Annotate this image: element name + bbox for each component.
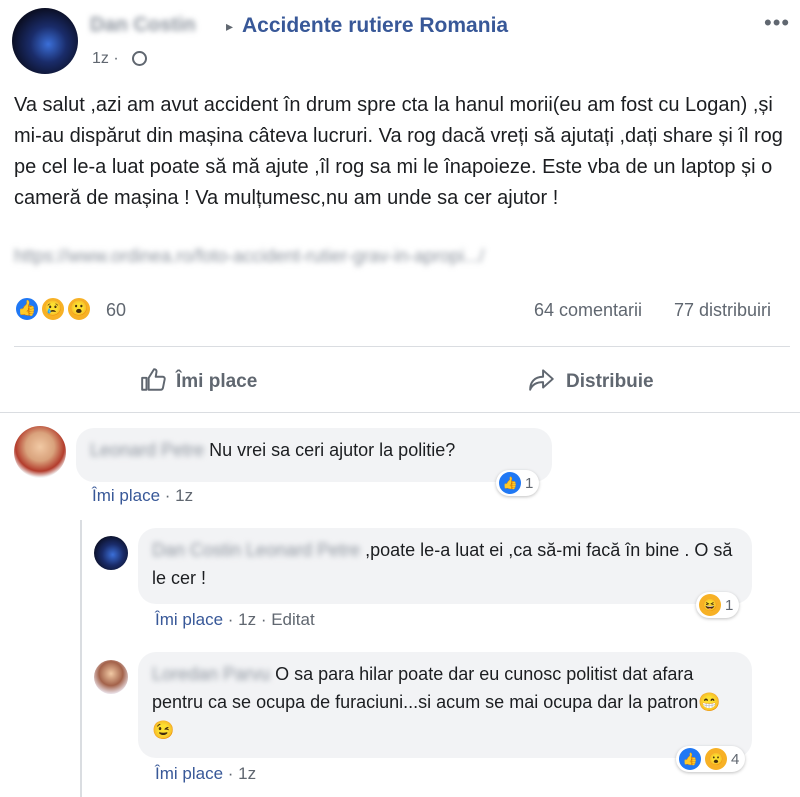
shares-count-link[interactable]: 77 distribuiri — [674, 300, 771, 321]
globe-icon — [132, 51, 147, 66]
share-arrow-icon — [528, 367, 556, 398]
comment-reactions[interactable]: 😆 1 — [696, 592, 740, 618]
reaction-bar: 👍 😢 😮 60 64 comentarii 77 distribuiri — [0, 292, 800, 332]
comment-actions: Îmi place · 1z — [155, 764, 256, 784]
reaction-count[interactable]: 60 — [106, 300, 126, 321]
comment-actions: Îmi place · 1z · Editat — [155, 610, 315, 630]
share-button-label: Distribuie — [566, 371, 654, 392]
reply-thread-line — [80, 520, 82, 797]
comment-meta: · 1z · Editat — [227, 610, 315, 629]
comment-reactions[interactable]: 👍 😮 4 — [676, 746, 746, 772]
comment-author[interactable]: Leonard Petre — [90, 440, 204, 460]
comment-like-link[interactable]: Îmi place — [92, 486, 160, 505]
post-timestamp[interactable]: 1z · — [92, 50, 119, 68]
share-button[interactable]: Distribuie — [528, 362, 654, 402]
post-link[interactable]: https://www.ordinea.ro/foto-accident-rut… — [14, 246, 484, 267]
comment-like-link[interactable]: Îmi place — [155, 610, 223, 629]
author-name[interactable]: Dan Costin — [90, 14, 196, 37]
comment-reaction-count: 1 — [725, 596, 734, 614]
like-icon: 👍 — [679, 748, 701, 770]
like-icon[interactable]: 👍 — [14, 296, 40, 322]
comment-bubble: Loredan Parvu O sa para hilar poate dar … — [138, 652, 752, 758]
commenter-avatar[interactable] — [94, 660, 128, 694]
time-separator: · — [113, 50, 119, 67]
commenter-avatar[interactable] — [94, 536, 128, 570]
author-avatar[interactable] — [12, 8, 78, 74]
arrow-right-icon: ▸ — [226, 18, 234, 34]
post-header: Dan Costin ▸ Accidente rutiere Romania 1… — [0, 0, 800, 80]
sad-icon[interactable]: 😢 — [40, 296, 66, 322]
thumbs-up-icon — [140, 367, 166, 398]
comments-count-link[interactable]: 64 comentarii — [534, 300, 642, 321]
comment-bubble: Leonard Petre Nu vrei sa ceri ajutor la … — [76, 428, 552, 482]
haha-icon: 😆 — [699, 594, 721, 616]
like-button-label: Îmi place — [176, 371, 258, 392]
post-text: Va salut ,azi am avut accident în drum s… — [14, 94, 783, 209]
wow-icon[interactable]: 😮 — [66, 296, 92, 322]
divider — [14, 346, 790, 347]
post-time-value: 1z — [92, 50, 109, 67]
group-name-link[interactable]: Accidente rutiere Romania — [242, 14, 508, 38]
divider — [0, 412, 800, 413]
like-icon: 👍 — [499, 472, 521, 494]
comment-reactions[interactable]: 👍 1 — [496, 470, 540, 496]
comment-author[interactable]: Loredan Parvu — [152, 664, 270, 684]
wow-icon: 😮 — [705, 748, 727, 770]
more-options-icon[interactable]: ••• — [764, 10, 790, 36]
comment-bubble: Dan Costin Leonard Petre ,poate le-a lua… — [138, 528, 752, 604]
comment-text: Nu vrei sa ceri ajutor la politie? — [209, 440, 456, 460]
comment-like-link[interactable]: Îmi place — [155, 764, 223, 783]
like-button[interactable]: Îmi place — [140, 362, 257, 402]
comment-reaction-count: 1 — [525, 474, 534, 492]
comment-actions: Îmi place · 1z — [92, 486, 193, 506]
comment-meta: · 1z — [164, 486, 194, 505]
comment-reaction-count: 4 — [731, 750, 740, 768]
commenter-avatar[interactable] — [14, 426, 66, 478]
comment-meta: · 1z — [227, 764, 257, 783]
comment-author[interactable]: Dan Costin Leonard Petre — [152, 540, 360, 560]
